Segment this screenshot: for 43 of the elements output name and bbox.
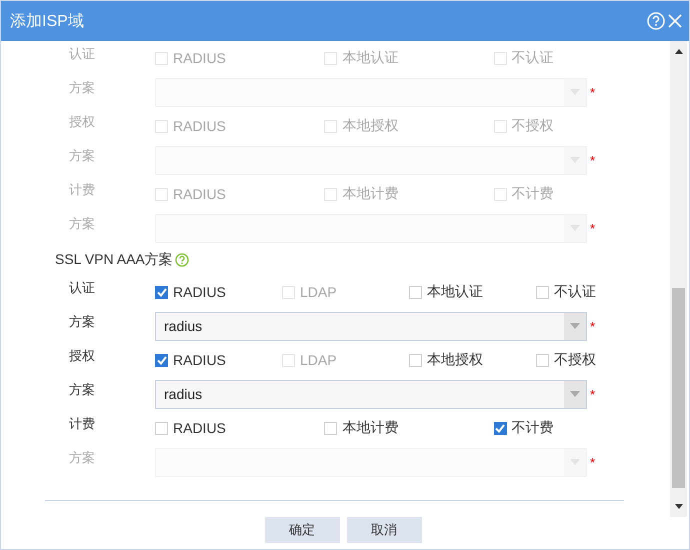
field-label: 授权 — [68, 347, 96, 365]
close-icon[interactable] — [667, 13, 683, 29]
checkbox[interactable] — [494, 422, 507, 434]
field-label: 方案 — [68, 147, 96, 165]
field-label: 认证 — [68, 45, 96, 63]
field-label: 方案 — [68, 79, 96, 97]
required-mark: * — [590, 318, 596, 334]
dropdown-arrow-icon — [570, 391, 580, 397]
checkbox-option[interactable]: RADIUS — [155, 351, 282, 369]
required-mark: * — [590, 386, 596, 402]
help-icon[interactable] — [174, 253, 189, 267]
checkbox-option[interactable]: 不授权 — [536, 351, 663, 369]
checkbox-option[interactable]: 本地授权 — [409, 351, 536, 369]
field-label: 授权 — [68, 113, 96, 131]
dialog-button[interactable]: 取消 — [346, 517, 422, 543]
required-mark: * — [590, 454, 596, 470]
scheme-dropdown[interactable]: radius — [155, 312, 587, 340]
field-label: 方案 — [68, 215, 96, 233]
checkbox[interactable] — [155, 354, 168, 366]
checkbox-option[interactable]: 不认证 — [536, 283, 663, 301]
field-label: 计费 — [68, 415, 96, 433]
window-title: 添加ISP域 — [10, 12, 85, 32]
dropdown-arrow-icon — [570, 323, 580, 329]
checkbox[interactable] — [155, 286, 168, 298]
section-heading: SSL VPN AAA方案 — [55, 251, 173, 269]
required-mark: * — [590, 84, 596, 100]
checkbox-option[interactable]: RADIUS — [155, 283, 282, 301]
dialog-button[interactable]: 确定 — [264, 517, 340, 543]
checkbox-option[interactable]: 不计费 — [494, 419, 663, 437]
checkbox-option[interactable]: 本地计费 — [324, 419, 494, 437]
scrollbar[interactable] — [670, 41, 687, 517]
field-label: 方案 — [68, 313, 96, 331]
required-mark: * — [590, 220, 596, 236]
checkbox-option[interactable]: 本地认证 — [409, 283, 536, 301]
field-label: 计费 — [68, 181, 96, 199]
scroll-up-icon[interactable] — [674, 49, 682, 54]
scroll-down-icon[interactable] — [674, 504, 682, 509]
checkbox-option[interactable]: RADIUS — [155, 419, 324, 437]
scheme-dropdown[interactable]: radius — [155, 380, 587, 408]
field-label: 方案 — [68, 449, 96, 467]
field-label: 方案 — [68, 381, 96, 399]
required-mark: * — [590, 152, 596, 168]
field-label: 认证 — [68, 279, 96, 297]
